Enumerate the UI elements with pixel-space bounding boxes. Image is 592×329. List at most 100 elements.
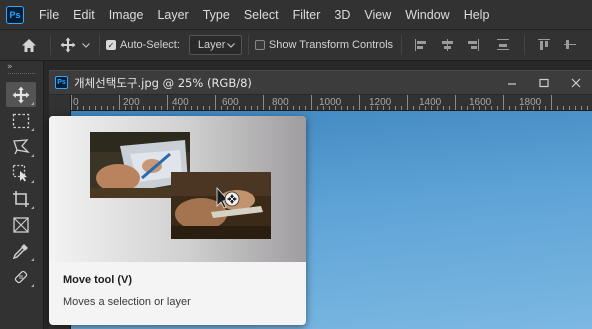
object-selection-tool[interactable] <box>6 160 36 185</box>
ruler-tick <box>491 106 492 110</box>
menu-select[interactable]: Select <box>237 8 286 22</box>
ruler-tick <box>383 106 384 110</box>
collapse-panel-button[interactable]: » <box>0 61 43 73</box>
ruler-tick <box>71 95 72 110</box>
ruler-tick <box>167 95 168 110</box>
ruler-tick <box>395 106 396 110</box>
ruler-tick <box>455 95 456 110</box>
align-horizontal-centers-icon[interactable] <box>440 38 454 52</box>
ruler-tick <box>77 106 78 110</box>
ruler-tick <box>341 106 342 110</box>
ruler-tick <box>197 106 198 110</box>
lasso-tool[interactable] <box>6 134 36 159</box>
ruler-tick <box>233 106 234 110</box>
distribute-top-edges-icon[interactable] <box>537 38 551 52</box>
ruler-tick <box>215 95 216 110</box>
tool-preset-chevron-down-icon[interactable] <box>79 33 93 57</box>
ruler-tick <box>143 106 144 110</box>
ruler-tick <box>251 106 252 110</box>
horizontal-ruler[interactable]: 0 200 400 600 800 1000 1200 1400 1600 18… <box>71 95 592 111</box>
menu-bar: Ps File Edit Image Layer Type Select Fil… <box>0 0 592 29</box>
ruler-label: 1800 <box>519 97 542 108</box>
ruler-tick <box>539 106 540 110</box>
auto-select-target-value: Layer <box>197 39 226 51</box>
ruler-tick <box>473 106 474 110</box>
photoshop-app: Ps File Edit Image Layer Type Select Fil… <box>0 0 592 329</box>
menu-window[interactable]: Window <box>398 8 456 22</box>
document-title: 개체선택도구.jpg @ 25% (RGB/8) <box>74 75 252 90</box>
ruler-tick <box>191 106 192 110</box>
ruler-tick <box>311 95 312 110</box>
auto-select-target-select[interactable]: Layer <box>188 35 242 55</box>
frame-icon <box>12 216 30 234</box>
ruler-tick <box>461 106 462 110</box>
ruler-tick <box>545 106 546 110</box>
rectangular-marquee-tool[interactable] <box>6 108 36 133</box>
ruler-tick <box>179 106 180 110</box>
divider <box>401 35 403 55</box>
menu-filter[interactable]: Filter <box>286 8 328 22</box>
ruler-tick <box>359 95 360 110</box>
ruler-tick <box>89 106 90 110</box>
distribute-vertical-centers-icon[interactable] <box>563 38 577 52</box>
ruler-tick <box>125 106 126 110</box>
ruler-tick <box>317 106 318 110</box>
menu-edit[interactable]: Edit <box>66 8 102 22</box>
ruler-tick <box>245 106 246 110</box>
tool-tooltip: Move tool (V) Moves a selection or layer <box>49 116 306 325</box>
menu-layer[interactable]: Layer <box>150 8 195 22</box>
flyout-indicator <box>31 102 34 105</box>
ruler-tick <box>509 106 510 110</box>
ruler-tick <box>257 106 258 110</box>
show-transform-checkbox[interactable] <box>254 40 265 50</box>
ruler-tick <box>239 106 240 110</box>
ruler-tick <box>503 95 504 110</box>
move-icon[interactable] <box>57 33 79 57</box>
align-top-edges-icon[interactable] <box>496 38 510 52</box>
document-tab[interactable]: Ps 개체선택도구.jpg @ 25% (RGB/8) <box>49 70 592 94</box>
flyout-indicator <box>31 180 34 183</box>
home-icon[interactable] <box>14 30 44 60</box>
crop-tool[interactable] <box>6 186 36 211</box>
frame-tool[interactable] <box>6 212 36 237</box>
divider <box>524 35 526 55</box>
crop-icon <box>12 190 30 208</box>
align-left-edges-icon[interactable] <box>414 38 428 52</box>
show-transform-label: Show Transform Controls <box>268 39 394 51</box>
tooltip-title: Move tool (V) <box>63 274 133 286</box>
menu-help[interactable]: Help <box>457 8 497 22</box>
ruler-tick <box>137 106 138 110</box>
ruler-tick <box>371 106 372 110</box>
ruler-tick <box>521 106 522 110</box>
ruler-tick <box>557 106 558 110</box>
eyedropper-tool[interactable] <box>6 238 36 263</box>
panel-grip[interactable] <box>8 73 35 81</box>
ruler-tick <box>275 106 276 110</box>
ruler-tick <box>575 106 576 110</box>
ruler-tick <box>425 106 426 110</box>
menu-3d[interactable]: 3D <box>327 8 357 22</box>
menu-file[interactable]: File <box>32 8 66 22</box>
ruler-tick <box>353 106 354 110</box>
spot-healing-brush-tool[interactable] <box>6 264 36 289</box>
maximize-icon[interactable] <box>528 71 560 95</box>
close-icon[interactable] <box>560 71 592 95</box>
ruler-tick <box>299 106 300 110</box>
menu-view[interactable]: View <box>357 8 398 22</box>
minimize-icon[interactable] <box>496 71 528 95</box>
lasso-icon <box>12 138 30 156</box>
auto-select-checkbox[interactable]: ✓ <box>106 40 116 50</box>
auto-select-label: Auto-Select: <box>120 39 180 51</box>
ruler-tick <box>113 106 114 110</box>
ruler-tick <box>497 106 498 110</box>
ruler-tick <box>365 106 366 110</box>
ruler-tick <box>101 106 102 110</box>
align-right-edges-icon[interactable] <box>466 38 480 52</box>
move-tool[interactable] <box>6 82 36 107</box>
ruler-tick <box>119 95 120 110</box>
ruler-tick <box>131 106 132 110</box>
photoshop-logo: Ps <box>6 5 24 24</box>
options-bar: ✓ Auto-Select: Layer Show Transform Cont… <box>0 29 592 61</box>
menu-image[interactable]: Image <box>102 8 151 22</box>
menu-type[interactable]: Type <box>196 8 237 22</box>
